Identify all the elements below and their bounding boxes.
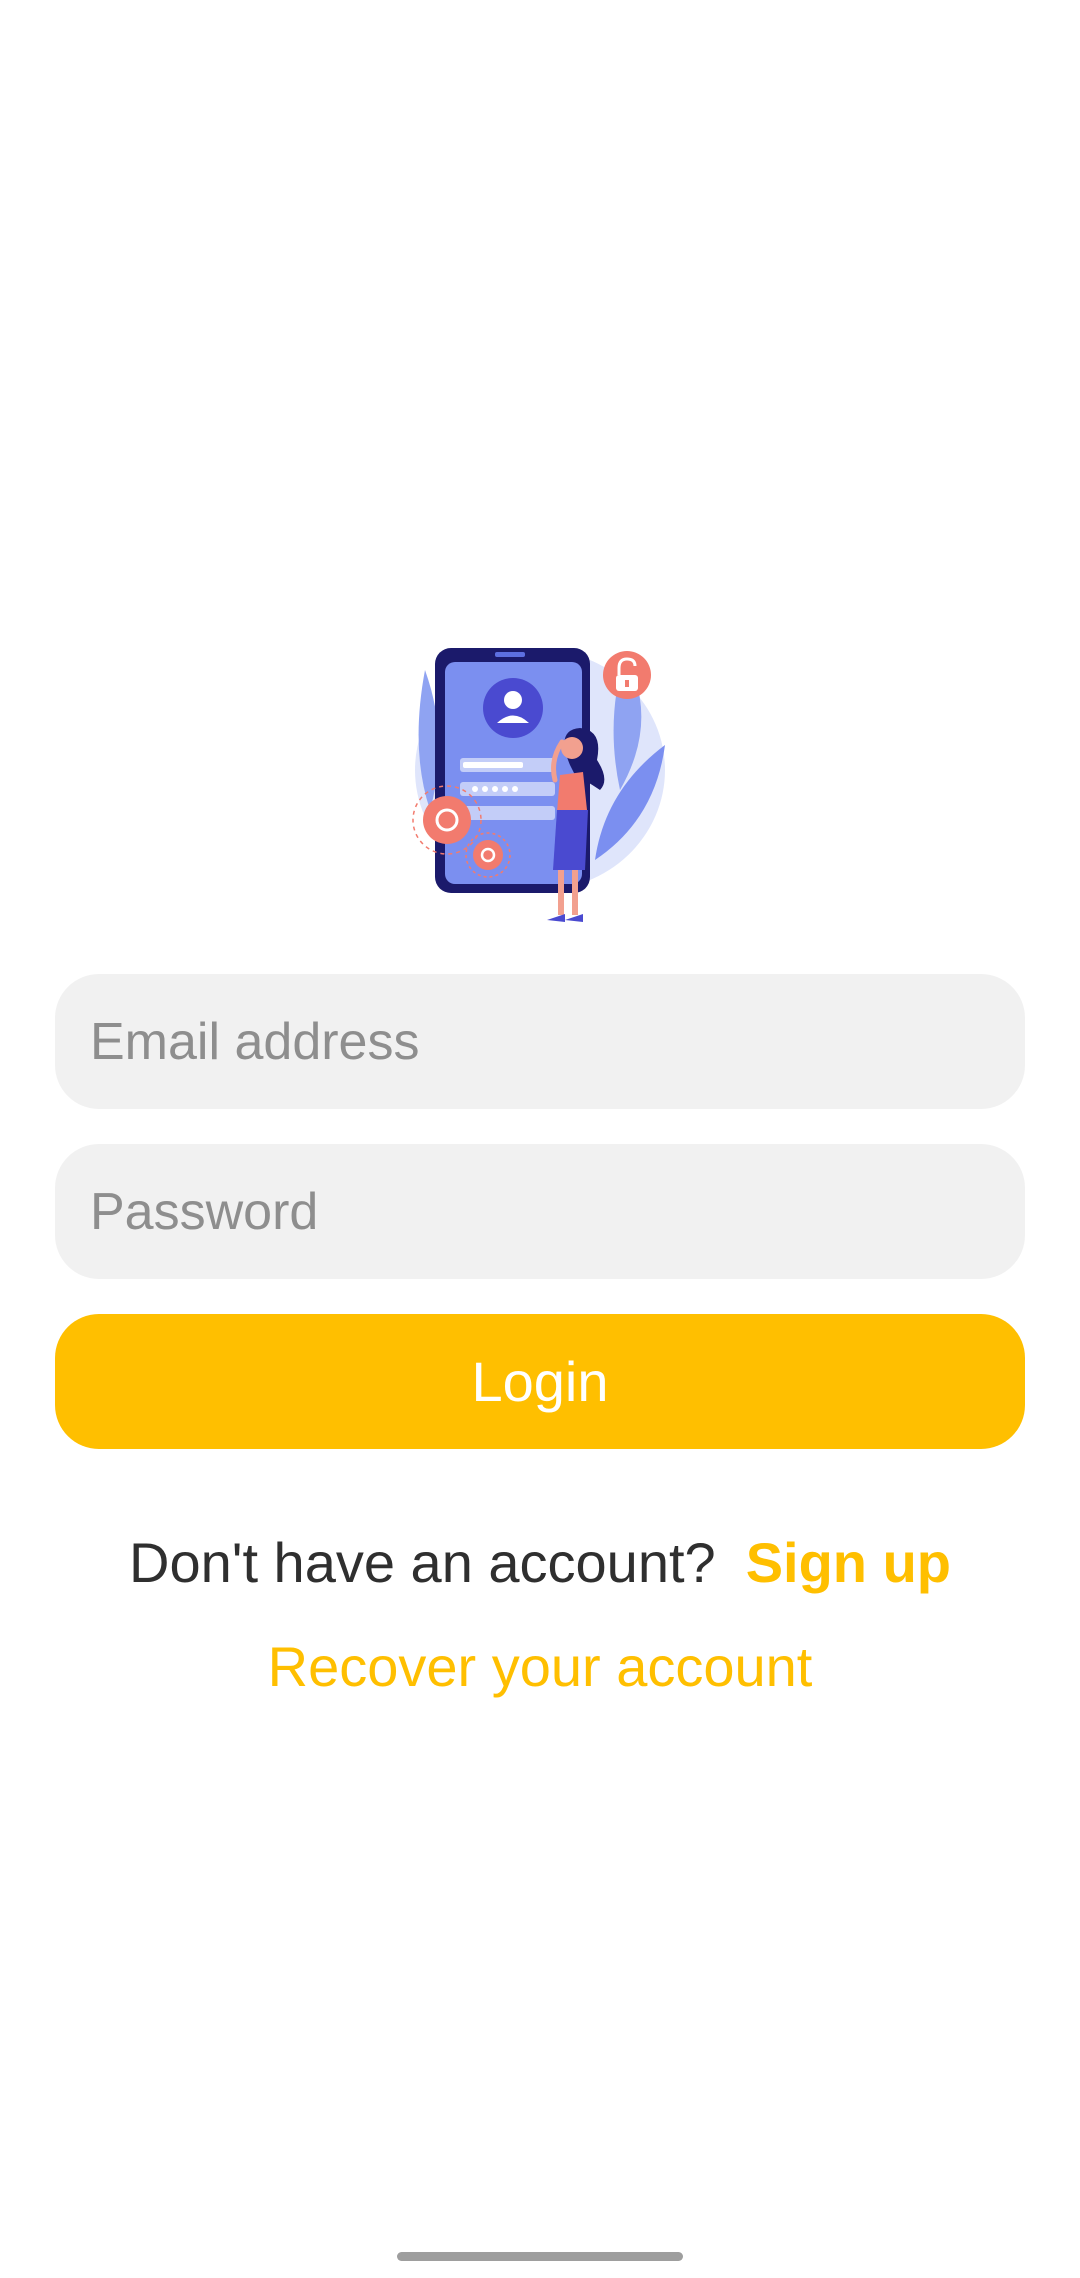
email-field[interactable] xyxy=(55,974,1025,1109)
home-indicator[interactable] xyxy=(397,2252,683,2261)
login-button[interactable]: Login xyxy=(55,1314,1025,1449)
signup-prompt: Don't have an account? xyxy=(129,1531,716,1594)
phone-login-illustration xyxy=(412,648,665,922)
password-field[interactable] xyxy=(55,1144,1025,1279)
signup-link[interactable]: Sign up xyxy=(746,1531,951,1594)
login-button-label: Login xyxy=(471,1350,609,1413)
email-input[interactable] xyxy=(55,974,1025,1109)
password-input[interactable] xyxy=(55,1144,1025,1279)
login-screen: Login Don't have an account? Sign up Reco… xyxy=(0,0,1080,2278)
recover-account-link[interactable]: Recover your account xyxy=(0,1632,1080,1702)
signup-row: Don't have an account? Sign up xyxy=(0,1528,1080,1598)
